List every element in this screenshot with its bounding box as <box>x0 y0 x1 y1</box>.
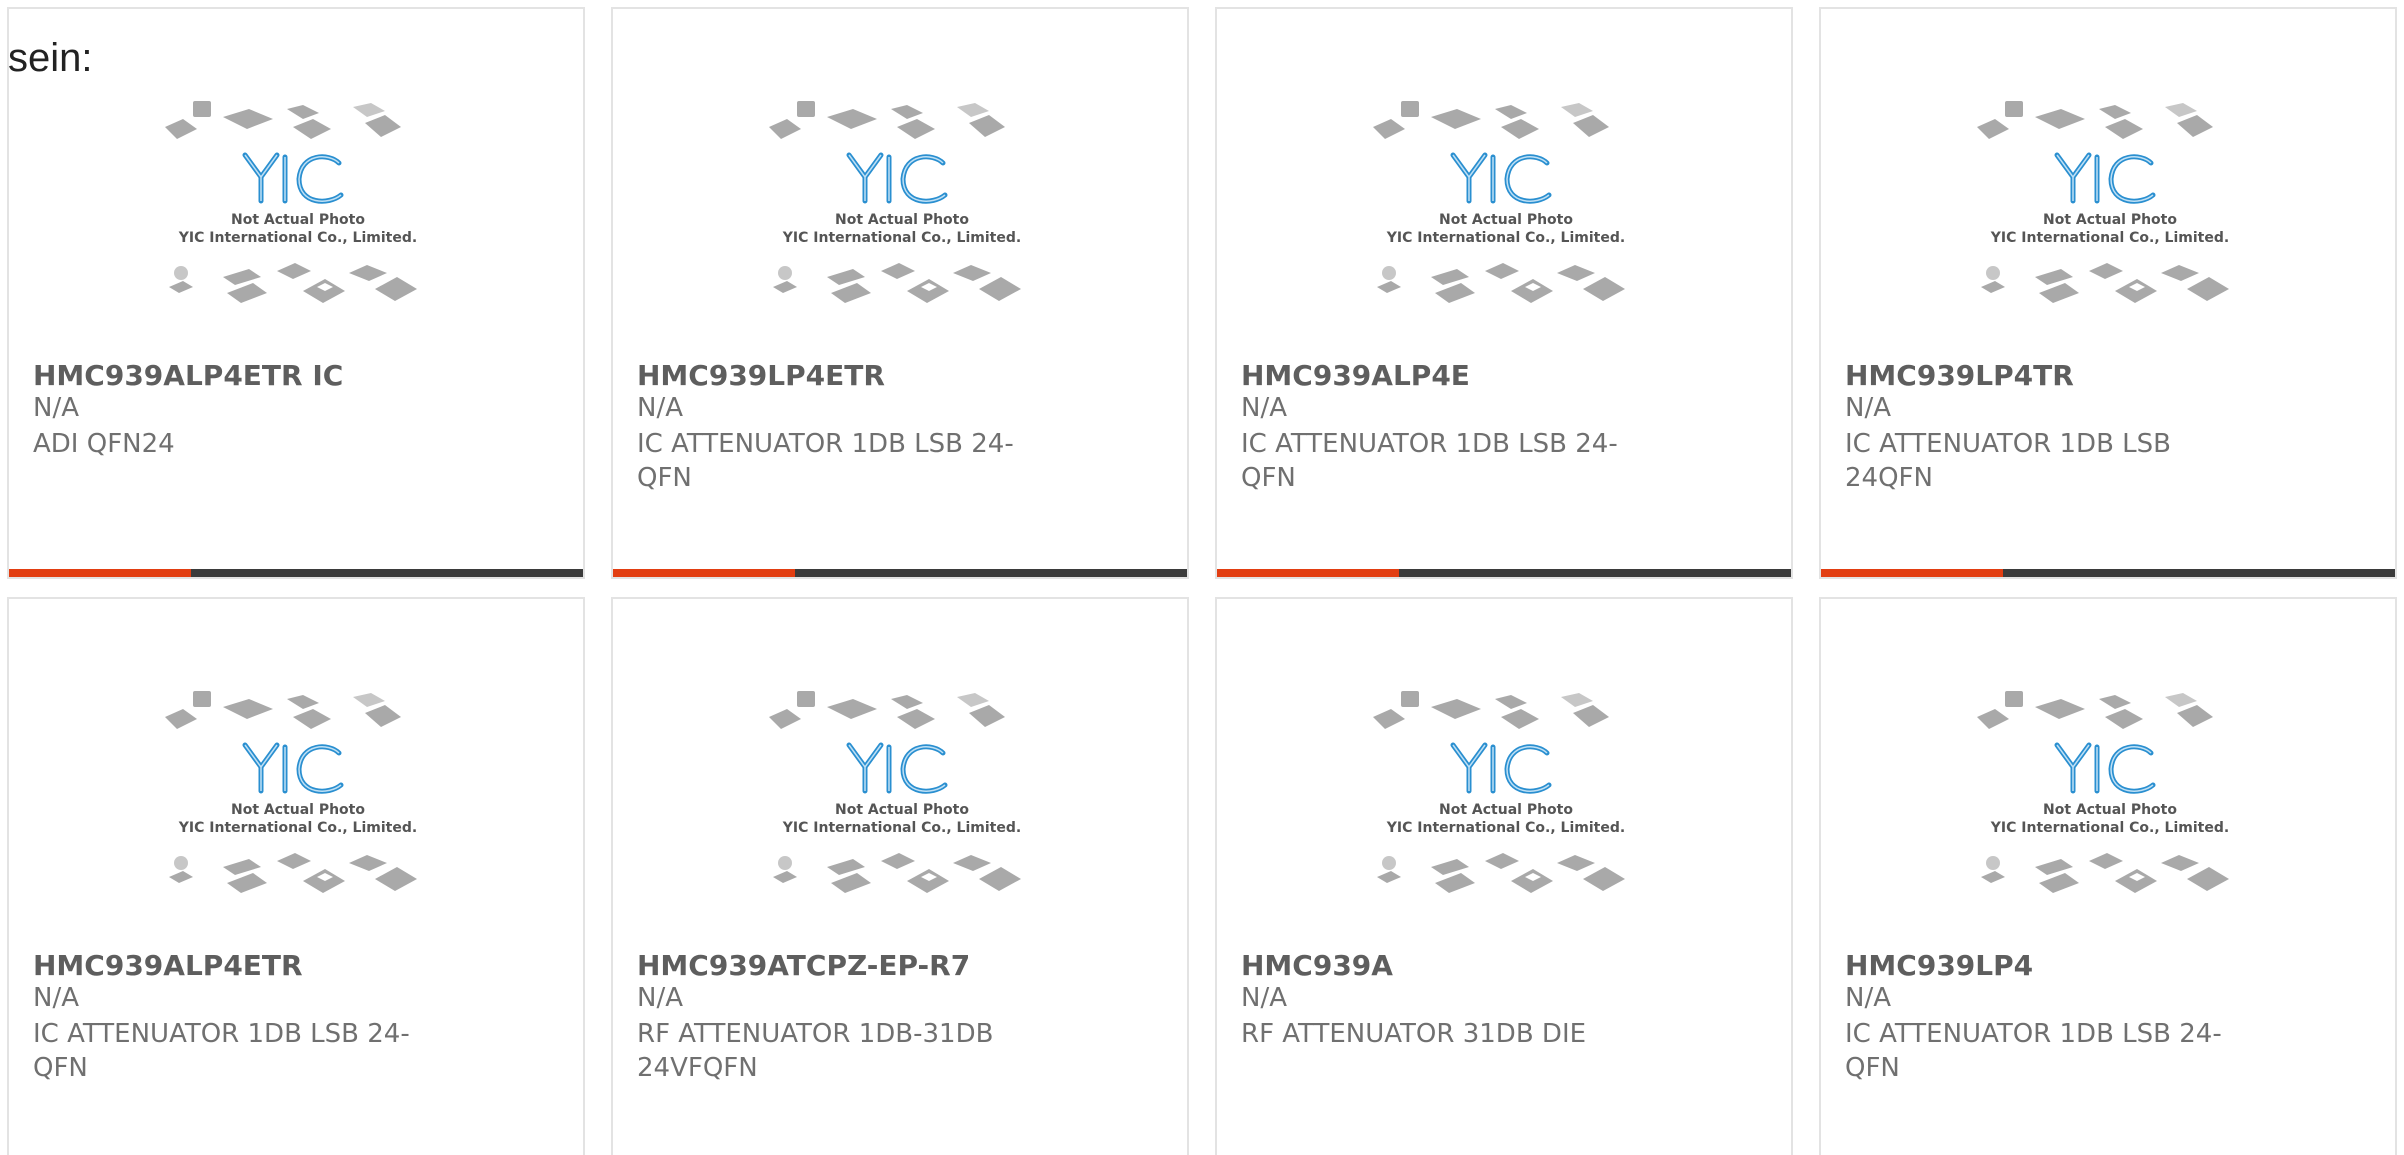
product-card[interactable]: Not Actual Photo YIC International Co., … <box>611 597 1189 1155</box>
not-actual-photo-image: Not Actual Photo YIC International Co., … <box>165 101 417 303</box>
manufacturer-text: N/A <box>33 983 79 1013</box>
not-actual-photo-image: Not Actual Photo YIC International Co., … <box>1977 101 2229 303</box>
not-actual-photo-image: Not Actual Photo YIC International Co., … <box>769 101 1021 303</box>
svg-text:YIC International Co., Limited: YIC International Co., Limited. <box>782 820 1021 836</box>
part-number-link[interactable]: HMC939A <box>1241 949 1393 982</box>
card-accent-bar <box>1821 569 2003 577</box>
card-accent-bar <box>1217 569 1399 577</box>
not-actual-photo-image: Not Actual Photo YIC International Co., … <box>769 691 1021 893</box>
svg-text:Not Actual Photo: Not Actual Photo <box>835 212 969 228</box>
card-bottom-bar <box>1821 569 2395 577</box>
part-number-link[interactable]: HMC939LP4ETR <box>637 359 885 392</box>
not-actual-photo-image: Not Actual Photo YIC International Co., … <box>1977 691 2229 893</box>
svg-text:Not Actual Photo: Not Actual Photo <box>2043 212 2177 228</box>
svg-text:Not Actual Photo: Not Actual Photo <box>1439 802 1573 818</box>
card-accent-bar <box>9 569 191 577</box>
svg-text:Not Actual Photo: Not Actual Photo <box>231 212 365 228</box>
svg-text:YIC International Co., Limited: YIC International Co., Limited. <box>178 820 417 836</box>
product-photo-placeholder[interactable]: Not Actual Photo YIC International Co., … <box>1217 97 1791 347</box>
part-number-link[interactable]: HMC939ALP4ETR <box>33 949 303 982</box>
lead-text: sein: <box>8 36 93 80</box>
product-card[interactable]: Not Actual Photo YIC International Co., … <box>1215 597 1793 1155</box>
manufacturer-text: N/A <box>637 393 683 423</box>
svg-text:YIC International Co., Limited: YIC International Co., Limited. <box>1386 820 1625 836</box>
not-actual-photo-image: Not Actual Photo YIC International Co., … <box>165 691 417 893</box>
product-photo-placeholder[interactable]: Not Actual Photo YIC International Co., … <box>9 687 583 937</box>
card-accent-bar <box>613 569 795 577</box>
part-number-link[interactable]: HMC939ALP4E <box>1241 359 1470 392</box>
not-actual-photo-image: Not Actual Photo YIC International Co., … <box>1373 691 1625 893</box>
product-description: IC ATTENUATOR 1DB LSB 24-QFN <box>637 429 1014 493</box>
product-card[interactable]: Not Actual Photo YIC International Co., … <box>1819 597 2397 1155</box>
card-bottom-bar <box>9 569 583 577</box>
product-photo-placeholder[interactable]: Not Actual Photo YIC International Co., … <box>1821 97 2395 347</box>
product-grid-page: sein: Not Actual Photo YIC International… <box>0 0 2404 1155</box>
svg-text:YIC International Co., Limited: YIC International Co., Limited. <box>178 230 417 246</box>
product-description: IC ATTENUATOR 1DB LSB 24-QFN <box>1241 429 1618 493</box>
product-card[interactable]: Not Actual Photo YIC International Co., … <box>611 7 1189 579</box>
svg-text:Not Actual Photo: Not Actual Photo <box>1439 212 1573 228</box>
manufacturer-text: N/A <box>637 983 683 1013</box>
product-photo-placeholder[interactable]: Not Actual Photo YIC International Co., … <box>613 97 1187 347</box>
svg-text:YIC International Co., Limited: YIC International Co., Limited. <box>1990 820 2229 836</box>
card-bottom-bar <box>1217 569 1791 577</box>
manufacturer-text: N/A <box>1845 393 1891 423</box>
product-description: IC ATTENUATOR 1DB LSB 24-QFN <box>1845 1019 2222 1083</box>
product-card[interactable]: Not Actual Photo YIC International Co., … <box>1819 7 2397 579</box>
product-description: RF ATTENUATOR 1DB-31DB 24VFQFN <box>637 1019 994 1083</box>
product-description: IC ATTENUATOR 1DB LSB 24-QFN <box>33 1019 410 1083</box>
svg-text:Not Actual Photo: Not Actual Photo <box>2043 802 2177 818</box>
manufacturer-text: N/A <box>33 393 79 423</box>
product-photo-placeholder[interactable]: Not Actual Photo YIC International Co., … <box>613 687 1187 937</box>
part-number-link[interactable]: HMC939ATCPZ-EP-R7 <box>637 949 970 982</box>
product-card[interactable]: Not Actual Photo YIC International Co., … <box>7 597 585 1155</box>
manufacturer-text: N/A <box>1845 983 1891 1013</box>
product-description: IC ATTENUATOR 1DB LSB 24QFN <box>1845 429 2172 493</box>
manufacturer-text: N/A <box>1241 393 1287 423</box>
product-description: ADI QFN24 <box>33 429 175 459</box>
svg-text:YIC International Co., Limited: YIC International Co., Limited. <box>1386 230 1625 246</box>
svg-text:YIC International Co., Limited: YIC International Co., Limited. <box>782 230 1021 246</box>
part-number-link[interactable]: HMC939LP4TR <box>1845 359 2074 392</box>
part-number-link[interactable]: HMC939LP4 <box>1845 949 2033 982</box>
part-number-link[interactable]: HMC939ALP4ETR IC <box>33 359 343 392</box>
card-bottom-bar <box>613 569 1187 577</box>
svg-text:Not Actual Photo: Not Actual Photo <box>231 802 365 818</box>
svg-text:YIC International Co., Limited: YIC International Co., Limited. <box>1990 230 2229 246</box>
not-actual-photo-image: Not Actual Photo YIC International Co., … <box>1373 101 1625 303</box>
product-card[interactable]: Not Actual Photo YIC International Co., … <box>7 7 585 579</box>
product-photo-placeholder[interactable]: Not Actual Photo YIC International Co., … <box>1821 687 2395 937</box>
product-card[interactable]: Not Actual Photo YIC International Co., … <box>1215 7 1793 579</box>
product-photo-placeholder[interactable]: Not Actual Photo YIC International Co., … <box>9 97 583 347</box>
svg-text:Not Actual Photo: Not Actual Photo <box>835 802 969 818</box>
product-photo-placeholder[interactable]: Not Actual Photo YIC International Co., … <box>1217 687 1791 937</box>
product-description: RF ATTENUATOR 31DB DIE <box>1241 1019 1587 1049</box>
manufacturer-text: N/A <box>1241 983 1287 1013</box>
